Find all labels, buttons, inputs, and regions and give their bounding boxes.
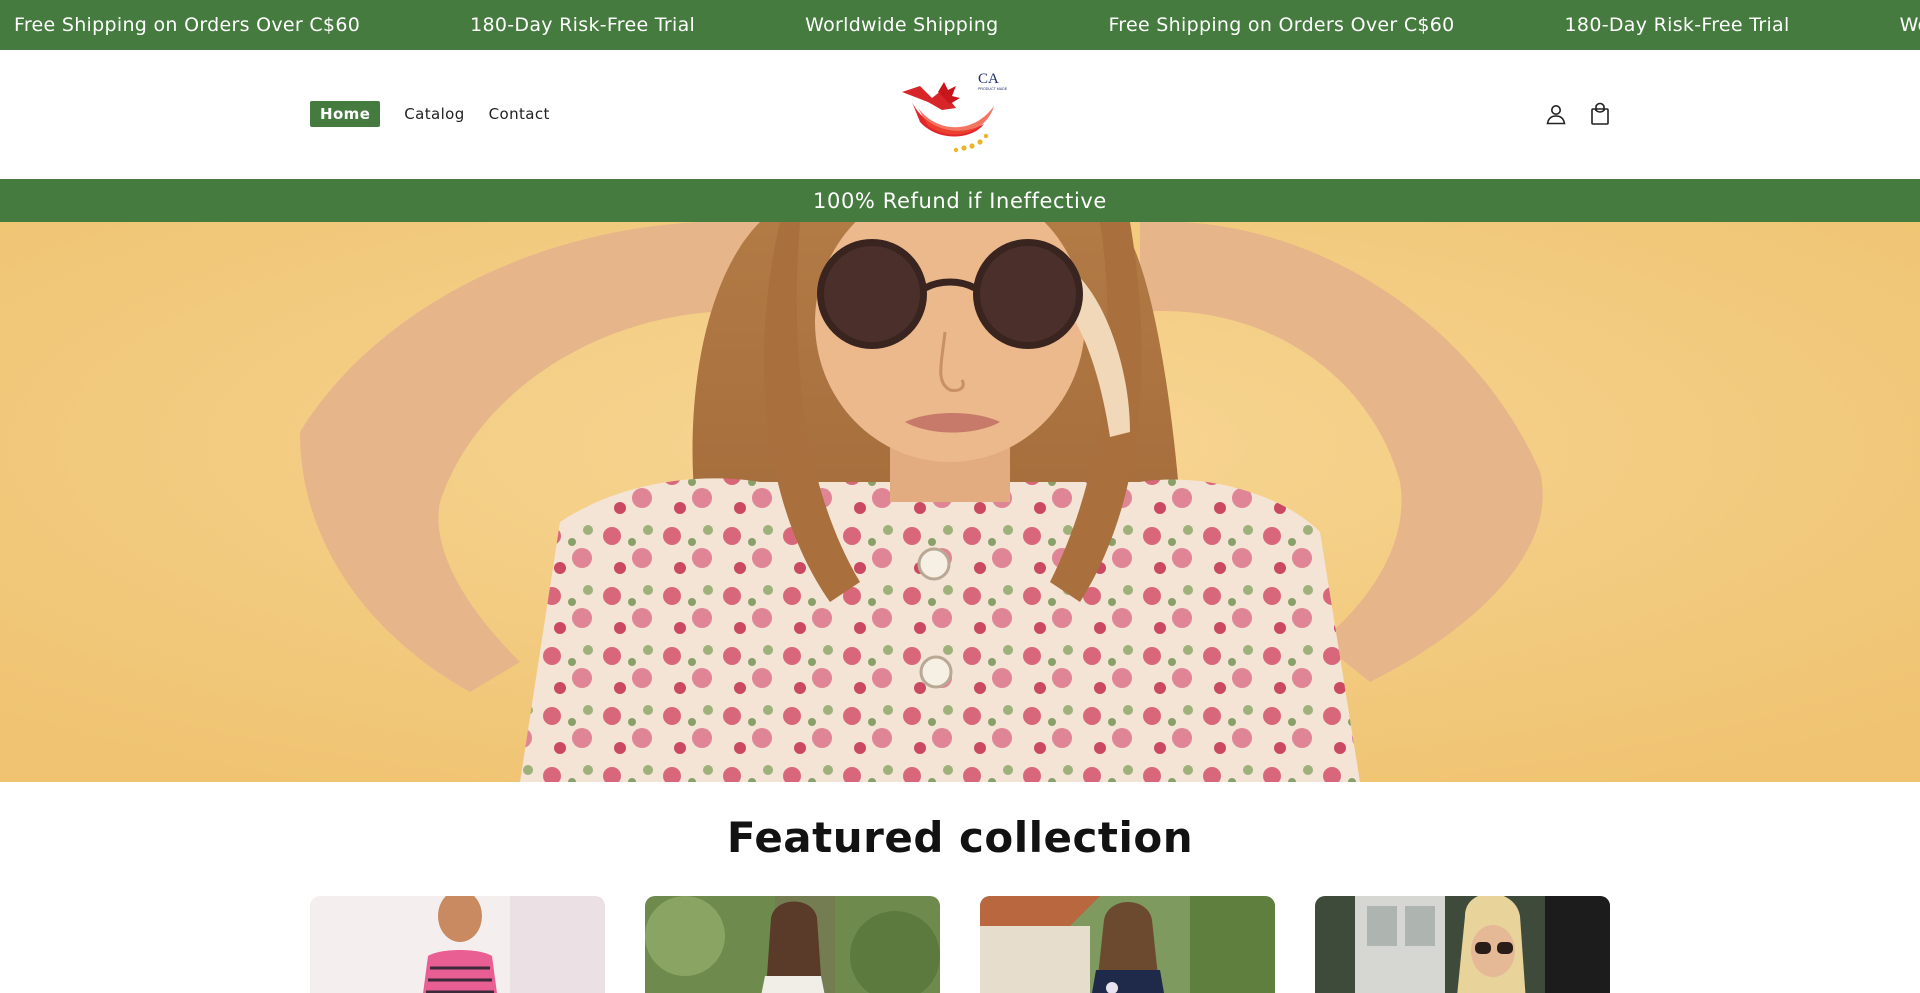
header-icons <box>1542 100 1630 128</box>
product-card[interactable] <box>1315 896 1610 993</box>
announcement-bar: Free Shipping on Orders Over C$60 180-Da… <box>0 0 1920 50</box>
logo-text: CA <box>978 71 999 87</box>
hero-illustration <box>0 222 1920 782</box>
account-icon[interactable] <box>1542 100 1570 128</box>
announcement-item: Worldwide Shipping <box>1899 14 1920 36</box>
main-nav: Home Catalog Contact <box>310 101 574 127</box>
product-image <box>310 896 605 993</box>
nav-home-link[interactable]: Home <box>310 101 381 127</box>
product-image <box>980 896 1275 993</box>
announcement-item: 180-Day Risk-Free Trial <box>470 14 696 36</box>
logo-subtext: PRODUCT MADE <box>978 87 1008 91</box>
product-grid <box>310 896 1650 993</box>
featured-collection-title: Featured collection <box>726 813 1194 862</box>
product-image <box>1315 896 1610 993</box>
product-image <box>645 896 940 993</box>
cart-icon[interactable] <box>1586 100 1614 128</box>
announcement-track: Free Shipping on Orders Over C$60 180-Da… <box>14 0 1920 50</box>
nav-contact-link[interactable]: Contact <box>489 101 550 127</box>
product-card[interactable] <box>645 896 940 993</box>
product-card[interactable] <box>980 896 1275 993</box>
site-header: Home Catalog Contact CA PRODUCT MADE <box>0 50 1920 179</box>
hero-image <box>0 222 1920 782</box>
announcement-item: Free Shipping on Orders Over C$60 <box>1108 14 1455 36</box>
refund-banner: 100% Refund if Ineffective <box>0 179 1920 222</box>
product-card[interactable] <box>310 896 605 993</box>
announcement-item: Worldwide Shipping <box>805 14 999 36</box>
maple-logo-icon: CA PRODUCT MADE <box>902 71 1008 153</box>
announcement-item: Free Shipping on Orders Over C$60 <box>14 14 361 36</box>
store-logo[interactable]: CA PRODUCT MADE <box>898 68 1016 158</box>
nav-catalog-link[interactable]: Catalog <box>404 101 464 127</box>
announcement-item: 180-Day Risk-Free Trial <box>1564 14 1790 36</box>
